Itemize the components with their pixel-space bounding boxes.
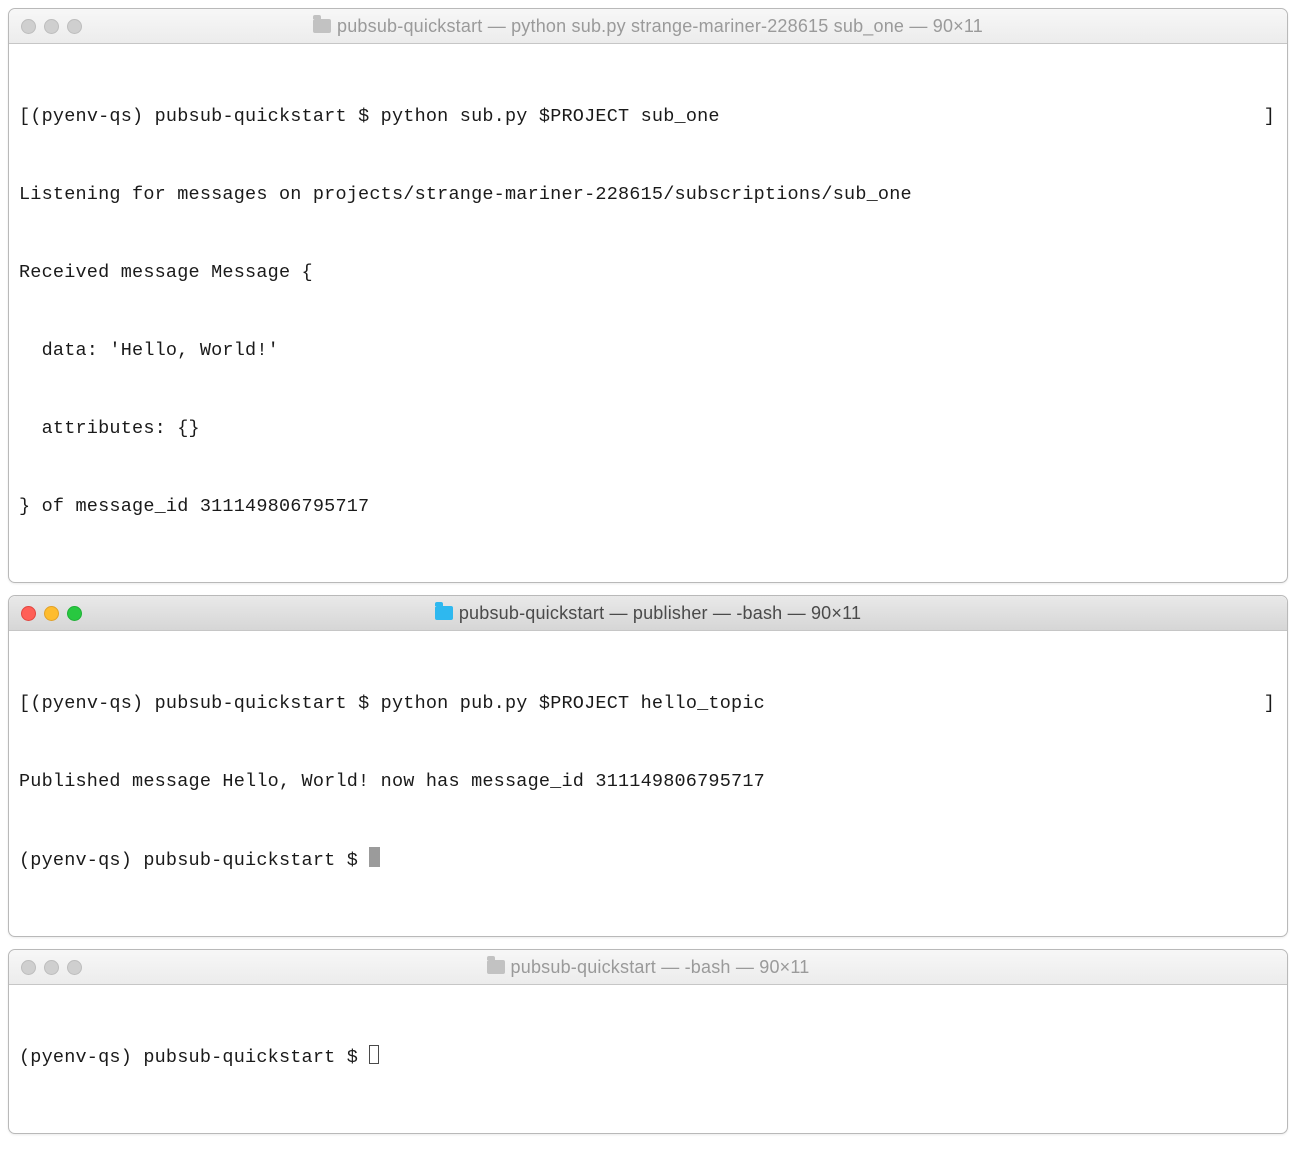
terminal-line: data: 'Hello, World!'	[19, 338, 1277, 364]
title-text: pubsub-quickstart — -bash — 90×11	[511, 957, 810, 978]
traffic-lights	[21, 19, 82, 34]
terminal-window-bash[interactable]: pubsub-quickstart — -bash — 90×11 (pyenv…	[8, 949, 1288, 1134]
close-button[interactable]	[21, 960, 36, 975]
terminal-line: Received message Message {	[19, 260, 1277, 286]
traffic-lights	[21, 606, 82, 621]
desktop-stage: pubsub-quickstart — python sub.py strang…	[0, 0, 1296, 1153]
maximize-button[interactable]	[67, 606, 82, 621]
folder-icon	[313, 19, 331, 33]
maximize-button[interactable]	[67, 19, 82, 34]
title-text: pubsub-quickstart — python sub.py strang…	[337, 16, 983, 37]
folder-icon	[487, 960, 505, 974]
close-button[interactable]	[21, 606, 36, 621]
terminal-window-publisher[interactable]: pubsub-quickstart — publisher — -bash — …	[8, 595, 1288, 937]
minimize-button[interactable]	[44, 606, 59, 621]
terminal-body[interactable]: [(pyenv-qs) pubsub-quickstart $ python s…	[9, 44, 1287, 582]
title-text: pubsub-quickstart — publisher — -bash — …	[459, 603, 861, 624]
terminal-line: Published message Hello, World! now has …	[19, 769, 1277, 795]
terminal-window-subscriber[interactable]: pubsub-quickstart — python sub.py strang…	[8, 8, 1288, 583]
titlebar[interactable]: pubsub-quickstart — publisher — -bash — …	[9, 596, 1287, 631]
folder-icon	[435, 606, 453, 620]
terminal-body[interactable]: [(pyenv-qs) pubsub-quickstart $ python p…	[9, 631, 1287, 936]
maximize-button[interactable]	[67, 960, 82, 975]
traffic-lights	[21, 960, 82, 975]
close-button[interactable]	[21, 19, 36, 34]
minimize-button[interactable]	[44, 19, 59, 34]
terminal-line: [(pyenv-qs) pubsub-quickstart $ python p…	[19, 691, 1277, 717]
cursor-icon	[369, 1045, 379, 1064]
terminal-body[interactable]: (pyenv-qs) pubsub-quickstart $	[9, 985, 1287, 1133]
terminal-line: [(pyenv-qs) pubsub-quickstart $ python s…	[19, 104, 1277, 130]
terminal-line: attributes: {}	[19, 416, 1277, 442]
minimize-button[interactable]	[44, 960, 59, 975]
titlebar[interactable]: pubsub-quickstart — -bash — 90×11	[9, 950, 1287, 985]
cursor-icon	[369, 847, 380, 867]
window-title: pubsub-quickstart — -bash — 90×11	[9, 950, 1287, 984]
terminal-line: Listening for messages on projects/stran…	[19, 182, 1277, 208]
terminal-prompt-line: (pyenv-qs) pubsub-quickstart $	[19, 1045, 1277, 1071]
titlebar[interactable]: pubsub-quickstart — python sub.py strang…	[9, 9, 1287, 44]
terminal-prompt-line: (pyenv-qs) pubsub-quickstart $	[19, 847, 1277, 874]
terminal-line: } of message_id 311149806795717	[19, 494, 1277, 520]
window-title: pubsub-quickstart — python sub.py strang…	[9, 9, 1287, 43]
window-title: pubsub-quickstart — publisher — -bash — …	[9, 596, 1287, 630]
